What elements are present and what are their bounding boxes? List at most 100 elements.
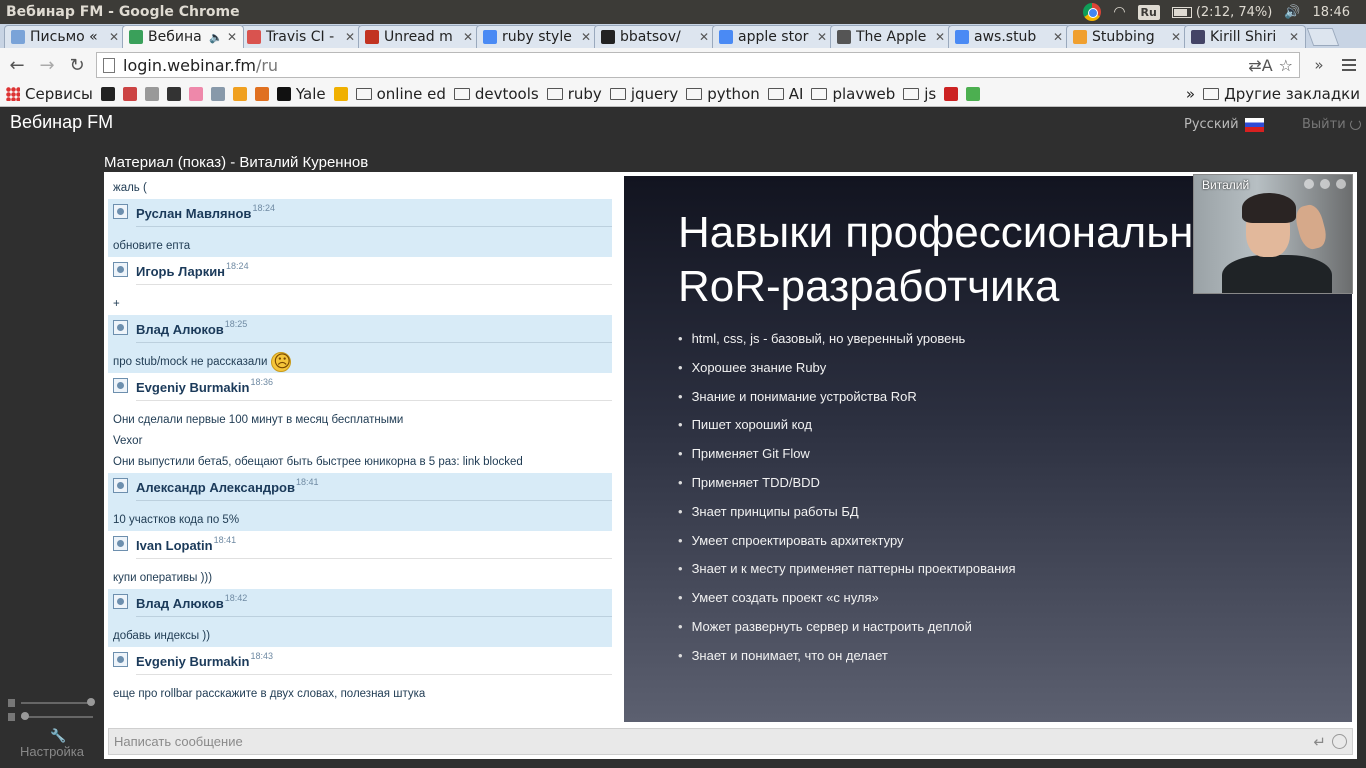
browser-tab[interactable]: bbatsov/ ✕ xyxy=(594,25,716,48)
app-brand[interactable]: Вебинар FM xyxy=(10,112,113,133)
chrome-icon[interactable] xyxy=(1083,3,1102,21)
keyboard-layout-indicator[interactable]: Ru xyxy=(1137,4,1160,20)
bookmarks-overflow-button[interactable]: » xyxy=(1186,85,1195,103)
chat-timestamp: 18:25 xyxy=(224,319,248,329)
chat-username[interactable]: Александр Александров xyxy=(136,480,295,495)
bookmark-item[interactable] xyxy=(166,87,181,101)
chat-username[interactable]: Влад Алюков xyxy=(136,596,224,611)
back-button[interactable]: ← xyxy=(6,54,28,76)
user-icon[interactable] xyxy=(113,478,128,493)
video-settings-icon[interactable] xyxy=(1304,179,1314,189)
wrench-icon[interactable]: 🔧 xyxy=(50,728,66,744)
bookmark-item[interactable] xyxy=(333,87,348,101)
bookmark-label: Сервисы xyxy=(25,85,93,103)
user-icon[interactable] xyxy=(113,320,128,335)
bookmark-item[interactable] xyxy=(254,87,269,101)
tab-close-icon[interactable]: ✕ xyxy=(817,30,827,44)
browser-tab[interactable]: Kirill Shiri ✕ xyxy=(1184,25,1306,48)
tab-close-icon[interactable]: ✕ xyxy=(699,30,709,44)
bookmark-item[interactable]: devtools xyxy=(453,85,539,103)
bookmark-item[interactable] xyxy=(966,87,981,101)
bookmark-item[interactable] xyxy=(944,87,959,101)
bookmark-item[interactable]: Yale xyxy=(276,85,326,103)
video-expand-icon[interactable] xyxy=(1336,179,1346,189)
message-input[interactable] xyxy=(114,734,1314,749)
bookmark-item[interactable]: jquery xyxy=(609,85,678,103)
user-icon[interactable] xyxy=(113,594,128,609)
bookmark-item[interactable]: ruby xyxy=(546,85,602,103)
chat-username[interactable]: Evgeniy Burmakin xyxy=(136,380,249,395)
bookmark-item[interactable]: online ed xyxy=(355,85,446,103)
new-tab-button[interactable] xyxy=(1306,28,1340,46)
tab-close-icon[interactable]: ✕ xyxy=(109,30,119,44)
reload-button[interactable]: ↻ xyxy=(66,54,88,76)
bookmark-apps[interactable]: Сервисы xyxy=(6,85,93,103)
browser-tab[interactable]: ruby style ✕ xyxy=(476,25,598,48)
chat-username[interactable]: Влад Алюков xyxy=(136,322,224,337)
tab-close-icon[interactable]: ✕ xyxy=(345,30,355,44)
bookmark-item[interactable] xyxy=(144,87,159,101)
settings-label[interactable]: Настройка xyxy=(20,744,84,759)
mic-volume-slider[interactable] xyxy=(21,712,93,720)
bookmark-item[interactable]: python xyxy=(686,85,760,103)
browser-tab[interactable]: Travis CI - ✕ xyxy=(240,25,362,48)
battery-indicator[interactable]: (2:12, 74%) xyxy=(1171,5,1272,20)
tab-label: Вебина xyxy=(148,29,202,45)
browser-tab[interactable]: Вебина 🔈 ✕ xyxy=(122,25,244,48)
tab-close-icon[interactable]: ✕ xyxy=(581,30,591,44)
bookmark-item[interactable]: plavweb xyxy=(811,85,895,103)
tab-close-icon[interactable]: ✕ xyxy=(463,30,473,44)
chat-message-text: Они выпустили бета5, обещают быть быстре… xyxy=(108,452,612,473)
user-icon[interactable] xyxy=(113,378,128,393)
chat-username[interactable]: Руслан Мавлянов xyxy=(136,206,251,221)
browser-tab[interactable]: apple stor ✕ xyxy=(712,25,834,48)
chat-text-content: 10 участков кода по 5% xyxy=(113,514,240,526)
bookmark-item[interactable] xyxy=(122,87,137,101)
bookmark-label: js xyxy=(924,85,937,103)
browser-tab[interactable]: Unread m ✕ xyxy=(358,25,480,48)
google-icon xyxy=(955,30,969,44)
browser-tab[interactable]: Письмо « ✕ xyxy=(4,25,126,48)
logout-button[interactable]: Выйти xyxy=(1302,117,1361,132)
bookmark-item[interactable]: js xyxy=(903,85,936,103)
video-volume-icon[interactable] xyxy=(1320,179,1330,189)
bookmark-item[interactable] xyxy=(210,87,225,101)
speaker-volume-slider[interactable] xyxy=(21,698,95,706)
chat-username[interactable]: Игорь Ларкин xyxy=(136,264,225,279)
bookmark-star-icon[interactable]: ☆ xyxy=(1279,56,1293,75)
tab-close-icon[interactable]: ✕ xyxy=(935,30,945,44)
language-selector[interactable]: Русский xyxy=(1184,117,1264,132)
extensions-overflow-button[interactable]: » xyxy=(1308,54,1330,76)
tab-close-icon[interactable]: ✕ xyxy=(227,30,237,44)
bookmark-item[interactable] xyxy=(100,87,115,101)
user-icon[interactable] xyxy=(113,652,128,667)
tab-close-icon[interactable]: ✕ xyxy=(1053,30,1063,44)
send-enter-icon[interactable]: ↵ xyxy=(1313,733,1326,751)
webcam-video[interactable]: Виталий xyxy=(1193,174,1353,294)
volume-icon[interactable]: 🔊 xyxy=(1284,5,1300,20)
battery-icon xyxy=(1171,6,1192,18)
other-bookmarks[interactable]: Другие закладки xyxy=(1203,85,1360,103)
chat-log[interactable]: жаль (Руслан Мавлянов 18:24 обновите епта И… xyxy=(108,178,612,718)
forward-button[interactable]: → xyxy=(36,54,58,76)
bookmark-item[interactable] xyxy=(232,87,247,101)
bookmark-item[interactable]: AI xyxy=(767,85,803,103)
tab-close-icon[interactable]: ✕ xyxy=(1171,30,1181,44)
user-icon[interactable] xyxy=(113,262,128,277)
browser-tab[interactable]: The Apple ✕ xyxy=(830,25,952,48)
user-icon[interactable] xyxy=(113,204,128,219)
video-person-body xyxy=(1222,255,1332,293)
chat-username[interactable]: Evgeniy Burmakin xyxy=(136,654,249,669)
chat-username[interactable]: Ivan Lopatin xyxy=(136,538,213,553)
wifi-icon[interactable]: ◠ xyxy=(1113,4,1125,20)
chrome-menu-button[interactable] xyxy=(1338,54,1360,76)
clock[interactable]: 18:46 xyxy=(1313,5,1350,20)
emoji-picker-icon[interactable] xyxy=(1332,734,1347,749)
tab-close-icon[interactable]: ✕ xyxy=(1289,30,1299,44)
address-bar[interactable]: login.webinar.fm /ru ⇄A ☆ xyxy=(96,52,1300,78)
user-icon[interactable] xyxy=(113,536,128,551)
translate-icon[interactable]: ⇄A xyxy=(1248,56,1272,75)
browser-tab[interactable]: aws.stub ✕ xyxy=(948,25,1070,48)
browser-tab[interactable]: Stubbing ✕ xyxy=(1066,25,1188,48)
bookmark-item[interactable] xyxy=(188,87,203,101)
